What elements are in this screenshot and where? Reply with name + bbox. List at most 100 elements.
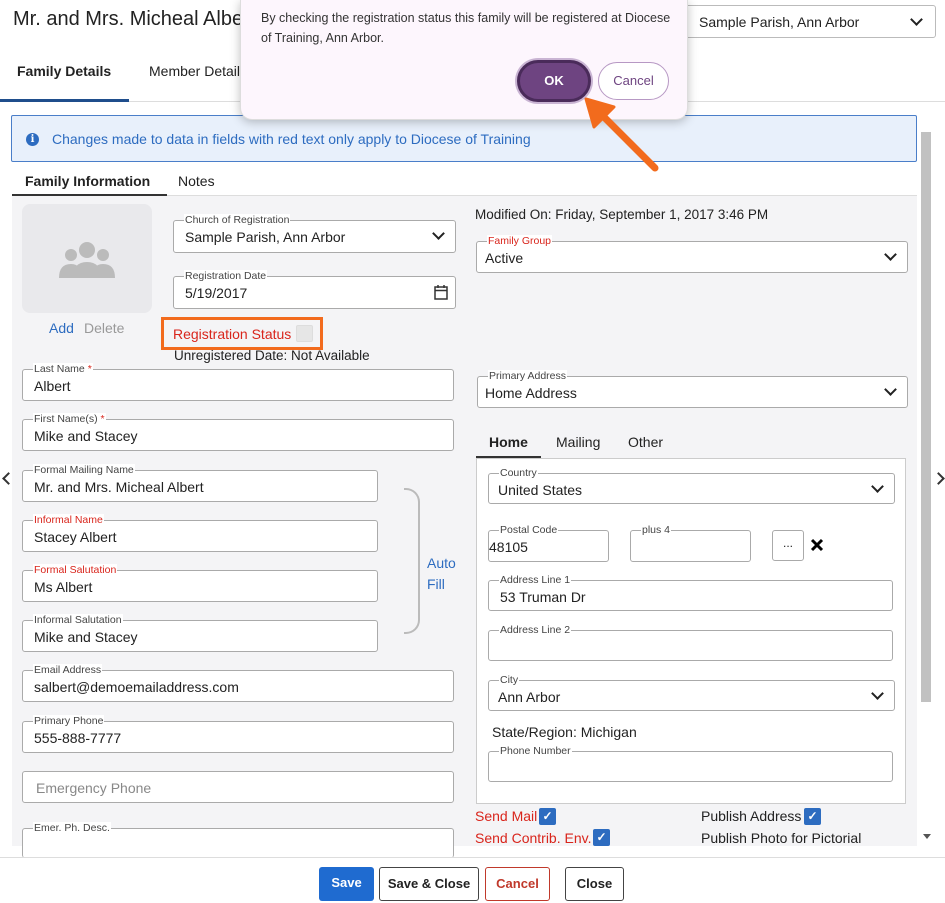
send-mail-checkbox[interactable]: ✓ (539, 808, 556, 825)
registration-date-value: 5/19/2017 (185, 285, 248, 301)
postal-code-label: Postal Code (499, 524, 559, 536)
info-icon: i (26, 133, 39, 146)
dialog-message: By checking the registration status this… (261, 11, 671, 45)
save-button[interactable]: Save (319, 867, 374, 901)
state-region: State/Region: Michigan (492, 724, 637, 740)
chevron-down-icon (871, 480, 884, 493)
informal-name-label: Informal Name (33, 514, 104, 526)
calendar-icon[interactable] (434, 285, 448, 300)
photo-delete-link[interactable]: Delete (84, 320, 124, 336)
send-contrib-env-label: Send Contrib. Env. (475, 830, 592, 846)
church-top-select[interactable]: Sample Parish, Ann Arbor (680, 5, 936, 38)
chevron-down-icon (871, 687, 884, 700)
publish-address-label: Publish Address (701, 808, 802, 824)
last-name-value: Albert (34, 378, 71, 394)
chevron-down-icon (910, 13, 923, 26)
tab-family-details[interactable]: Family Details (17, 63, 111, 79)
tab-notes[interactable]: Notes (178, 173, 215, 189)
tab-mailing[interactable]: Mailing (556, 434, 600, 450)
chevron-down-icon (884, 248, 897, 261)
emer-ph-desc-label: Emer. Ph. Desc. (33, 822, 111, 834)
first-names-value: Mike and Stacey (34, 428, 138, 444)
formal-mailing-name-field[interactable]: Formal Mailing Name Mr. and Mrs. Micheal… (22, 464, 378, 502)
auto-fill-bracket (404, 488, 420, 634)
modified-on: Modified On: Friday, September 1, 2017 3… (475, 207, 769, 222)
auto-fill-line2: Fill (427, 576, 445, 592)
phone-number-label: Phone Number (499, 745, 572, 757)
active-tab-indicator (0, 99, 129, 102)
next-record-icon[interactable] (932, 472, 945, 485)
send-contrib-env-checkbox[interactable]: ✓ (593, 829, 610, 846)
close-button[interactable]: Close (565, 867, 624, 901)
primary-address-label: Primary Address (488, 370, 568, 382)
primary-address-value: Home Address (485, 385, 577, 401)
auto-fill-link[interactable]: Auto Fill (427, 553, 456, 595)
publish-photo-label: Publish Photo for Pictorial (701, 830, 862, 846)
formal-salutation-value: Ms Albert (34, 579, 93, 595)
first-names-field[interactable]: First Name(s) * Mike and Stacey (22, 413, 454, 451)
chevron-down-icon (432, 227, 445, 240)
scroll-down-icon[interactable] (922, 833, 932, 841)
scrollbar-thumb[interactable] (921, 132, 931, 702)
country-select[interactable]: Country United States (488, 467, 895, 504)
save-close-button[interactable]: Save & Close (379, 867, 479, 901)
send-mail-label: Send Mail (475, 808, 538, 824)
info-banner: i Changes made to data in fields with re… (11, 115, 917, 162)
country-value: United States (498, 482, 583, 498)
city-select[interactable]: City Ann Arbor (488, 674, 895, 711)
primary-phone-value: 555-888-7777 (34, 730, 122, 746)
address-lookup-button[interactable]: ... (772, 530, 804, 561)
church-of-registration-select[interactable]: Church of Registration Sample Parish, An… (173, 214, 456, 253)
church-label: Church of Registration (184, 214, 291, 226)
last-name-field[interactable]: Last Name * Albert (22, 363, 454, 401)
emer-ph-desc-field[interactable]: Emer. Ph. Desc. (22, 822, 454, 858)
photo-add-link[interactable]: Add (49, 320, 74, 336)
primary-phone-label: Primary Phone (33, 715, 105, 727)
tab-member-details[interactable]: Member Details (149, 63, 247, 79)
people-group-icon (59, 242, 115, 278)
sub-tabs: Family Information Notes (12, 166, 917, 196)
formal-salutation-field[interactable]: Formal Salutation Ms Albert (22, 564, 378, 602)
informal-name-value: Stacey Albert (34, 529, 117, 545)
info-banner-text: Changes made to data in fields with red … (52, 131, 531, 147)
tab-family-information[interactable]: Family Information (25, 173, 150, 189)
family-photo-placeholder (22, 204, 152, 313)
email-value: salbert@demoemailaddress.com (34, 679, 239, 695)
primary-phone-field[interactable]: Primary Phone 555-888-7777 (22, 715, 454, 753)
informal-salutation-field[interactable]: Informal Salutation Mike and Stacey (22, 614, 378, 652)
formal-mailing-name-label: Formal Mailing Name (33, 464, 135, 476)
email-field[interactable]: Email Address salbert@demoemailaddress.c… (22, 664, 454, 702)
registration-status-label: Registration Status (173, 326, 292, 342)
publish-address-checkbox[interactable]: ✓ (804, 808, 821, 825)
church-value: Sample Parish, Ann Arbor (185, 229, 346, 245)
plus4-field[interactable]: plus 4 (630, 524, 751, 562)
church-top-select-value: Sample Parish, Ann Arbor (699, 14, 860, 30)
city-label: City (499, 674, 520, 686)
tab-other[interactable]: Other (628, 434, 663, 450)
registration-date-field[interactable]: Registration Date 5/19/2017 (173, 270, 456, 309)
informal-name-field[interactable]: Informal Name Stacey Albert (22, 514, 378, 552)
auto-fill-line1: Auto (427, 555, 456, 571)
address-line1-label: Address Line 1 (499, 574, 572, 586)
country-label: Country (499, 467, 538, 479)
unregistered-date: Unregistered Date: Not Available (174, 348, 370, 363)
address-line2-field[interactable]: Address Line 2 (488, 624, 893, 661)
emergency-phone-placeholder: Emergency Phone (36, 780, 152, 796)
address-line2-label: Address Line 2 (499, 624, 572, 636)
chevron-down-icon (884, 383, 897, 396)
tab-home[interactable]: Home (489, 434, 528, 450)
address-line1-value: 53 Truman Dr (500, 589, 586, 605)
phone-number-field[interactable]: Phone Number (488, 745, 893, 782)
cancel-button[interactable]: Cancel (485, 867, 550, 901)
postal-code-field[interactable]: Postal Code 48105 (488, 524, 609, 562)
informal-salutation-label: Informal Salutation (33, 614, 123, 626)
emergency-phone-field[interactable]: Emergency Phone (22, 771, 454, 803)
family-group-select[interactable]: Family Group Active (476, 235, 908, 273)
primary-address-select[interactable]: Primary Address Home Address (477, 370, 908, 408)
address-line1-field[interactable]: Address Line 1 53 Truman Dr (488, 574, 893, 611)
close-x-icon[interactable] (810, 538, 824, 552)
registration-status-checkbox[interactable] (296, 325, 313, 342)
family-group-label: Family Group (487, 235, 553, 247)
address-tabs: Home Mailing Other (476, 428, 906, 458)
footer-bar: Save Save & Close Cancel Close (0, 857, 945, 903)
